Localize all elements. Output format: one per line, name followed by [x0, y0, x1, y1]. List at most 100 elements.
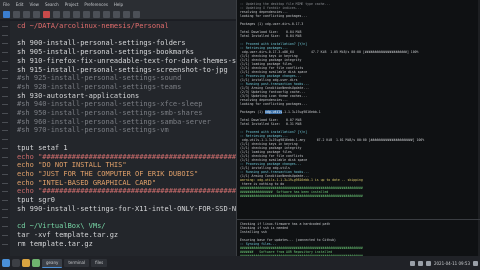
line-number-marker — [2, 139, 8, 141]
code-line[interactable]: tar -xvf template.tar.gz — [17, 231, 118, 239]
open-file-icon[interactable] — [13, 10, 20, 18]
line-number-marker — [2, 165, 8, 167]
network-icon[interactable] — [409, 260, 415, 266]
code-line[interactable]: #sh 960-install-personal-settings-samba-… — [17, 118, 211, 126]
taskbar-app-files[interactable]: files — [91, 258, 108, 268]
editor-toolbar — [0, 9, 236, 20]
line-number-marker — [2, 113, 8, 114]
line-number-marker — [2, 217, 8, 219]
line-number-marker — [2, 69, 8, 71]
close-icon[interactable] — [43, 10, 50, 18]
line-number-marker — [2, 34, 8, 36]
terminal-line: Total Installed Size: 0.04 MiB — [240, 34, 302, 38]
code-line[interactable]: sh 900-install-personal-settings-folders — [17, 40, 186, 47]
save-all-icon[interactable] — [33, 10, 40, 18]
editor-launcher-icon[interactable] — [32, 258, 40, 268]
code-line[interactable]: #sh 928-install-personal-settings-teams — [17, 83, 181, 91]
zoom-in-icon[interactable] — [123, 10, 130, 18]
back-icon[interactable] — [73, 10, 80, 18]
line-number-marker — [2, 130, 8, 132]
line-number-marker — [2, 173, 8, 175]
selection-prefix: Packages (1) — [240, 110, 265, 114]
line-number-marker — [2, 147, 8, 149]
battery-icon[interactable] — [425, 260, 431, 266]
code-line[interactable]: #sh 925-install-personal-settings-sound — [17, 75, 181, 82]
code-line[interactable]: sh 915-install-personal-settings-screens… — [17, 66, 228, 74]
line-number-marker — [2, 156, 8, 158]
terminal-line: looking for conflicting packages... — [240, 102, 308, 106]
code-line[interactable]: #sh 970-install-personal-settings-vm — [17, 127, 169, 134]
line-number-marker — [2, 52, 8, 54]
line-number-marker — [2, 26, 8, 27]
line-number-marker — [2, 104, 8, 106]
terminal-window[interactable]: :: Updating the desktop file MIME type c… — [236, 0, 480, 256]
code-line[interactable]: #sh 940-install-personal-settings-xfce-s… — [17, 101, 202, 108]
code-line[interactable]: rm template.tar.gz — [17, 240, 93, 248]
line-number-marker — [2, 226, 8, 228]
line-number-marker — [2, 60, 8, 62]
terminal-launcher-icon[interactable] — [12, 258, 20, 268]
terminal-split — [237, 219, 480, 220]
line-number-marker — [2, 78, 8, 80]
system-tray: 2021-04-11 09:53 — [409, 256, 478, 270]
menu-item[interactable]: Preferences — [84, 2, 108, 7]
line-number-marker — [2, 182, 8, 184]
color-icon[interactable] — [113, 10, 120, 18]
new-file-icon[interactable] — [3, 10, 10, 18]
line-number-marker — [2, 234, 8, 236]
code-line[interactable]: echo "##################################… — [17, 153, 236, 161]
arcolinux-logo-icon[interactable] — [2, 258, 10, 268]
menu-item[interactable]: Help — [114, 2, 123, 7]
terminal-line: Packages (1) xdg-user-dirs-0.17-3 — [240, 22, 304, 26]
selected-text[interactable]: xdg-utils — [264, 110, 283, 114]
code-line[interactable]: cd ~/DATA/arcolinux-nemesis/Personal — [17, 23, 169, 30]
terminal-line: ########################################… — [240, 194, 363, 198]
forward-icon[interactable] — [83, 10, 90, 18]
line-number-marker — [2, 191, 8, 193]
taskbar: geany terminal files 2021-04-11 09:53 — [0, 256, 480, 270]
editor-menubar: File Edit View Search Project Preferences Help — [0, 0, 236, 9]
undo-icon[interactable] — [53, 10, 60, 18]
menu-item[interactable]: Search — [45, 2, 59, 7]
code-line[interactable]: tput sgr0 — [17, 197, 55, 204]
line-number-marker — [2, 243, 8, 245]
redo-icon[interactable] — [63, 10, 70, 18]
clock[interactable]: 2021-04-11 09:53 — [434, 261, 470, 266]
code-line[interactable]: sh 990-install-settings-for-X11-intel-ON… — [17, 205, 236, 213]
line-number-marker — [2, 208, 8, 210]
code-line[interactable]: echo "##################################… — [17, 188, 236, 195]
code-line[interactable]: echo "DO NOT INSTALL THIS" — [17, 162, 127, 169]
zoom-out-icon[interactable] — [133, 10, 140, 18]
terminal-line: looking for conflicting packages... — [240, 14, 308, 18]
line-number-marker — [2, 200, 8, 201]
compile-icon[interactable] — [93, 10, 100, 18]
save-icon[interactable] — [23, 10, 30, 18]
code-line[interactable]: cd ~/VirtualBox\ VMs/ — [17, 223, 106, 230]
selection-suffix: -1.1.3+19+g9816ebb-1 — [282, 110, 321, 114]
run-icon[interactable] — [103, 10, 110, 18]
code-line[interactable]: #sh 950-install-personal-settings-smb-sh… — [17, 110, 202, 117]
terminal-line-selection[interactable]: Packages (1) xdg-utils-1.1.3+19+g9816ebb… — [240, 110, 321, 114]
menu-item[interactable]: View — [29, 2, 39, 7]
line-gutter — [0, 21, 10, 256]
volume-icon[interactable] — [417, 260, 423, 266]
menu-item[interactable]: Edit — [16, 2, 24, 7]
code-editor[interactable]: cd ~/DATA/arcolinux-nemesis/Personal sh 9… — [0, 21, 236, 256]
line-number-marker — [2, 95, 8, 97]
taskbar-app-geany[interactable]: geany — [42, 258, 63, 268]
line-number-marker — [2, 121, 8, 123]
code-line[interactable]: sh 910-firefox-fix-unreadable-text-for-d… — [17, 57, 236, 65]
line-number-marker — [2, 43, 8, 45]
files-launcher-icon[interactable] — [22, 258, 30, 268]
terminal-line: Total Installed Size: 0.31 MiB — [240, 122, 302, 126]
code-line[interactable]: echo "JUST FOR THE COMPUTER OF ERIK DUBO… — [17, 170, 198, 178]
terminal-line: Installing ssh — [240, 230, 267, 234]
code-line[interactable]: sh 930-autostart-applications — [17, 92, 139, 100]
code-line[interactable]: tput setaf 1 — [17, 144, 68, 152]
taskbar-app-terminal[interactable]: terminal — [64, 258, 90, 268]
code-line[interactable]: echo "INTEL-BASED GRAPHICAL CARD" — [17, 179, 156, 187]
code-line[interactable]: sh 905-install-personal-settings-bookmar… — [17, 49, 194, 56]
menu-item[interactable]: File — [3, 2, 10, 7]
menu-item[interactable]: Project — [65, 2, 79, 7]
power-icon[interactable] — [473, 260, 478, 266]
